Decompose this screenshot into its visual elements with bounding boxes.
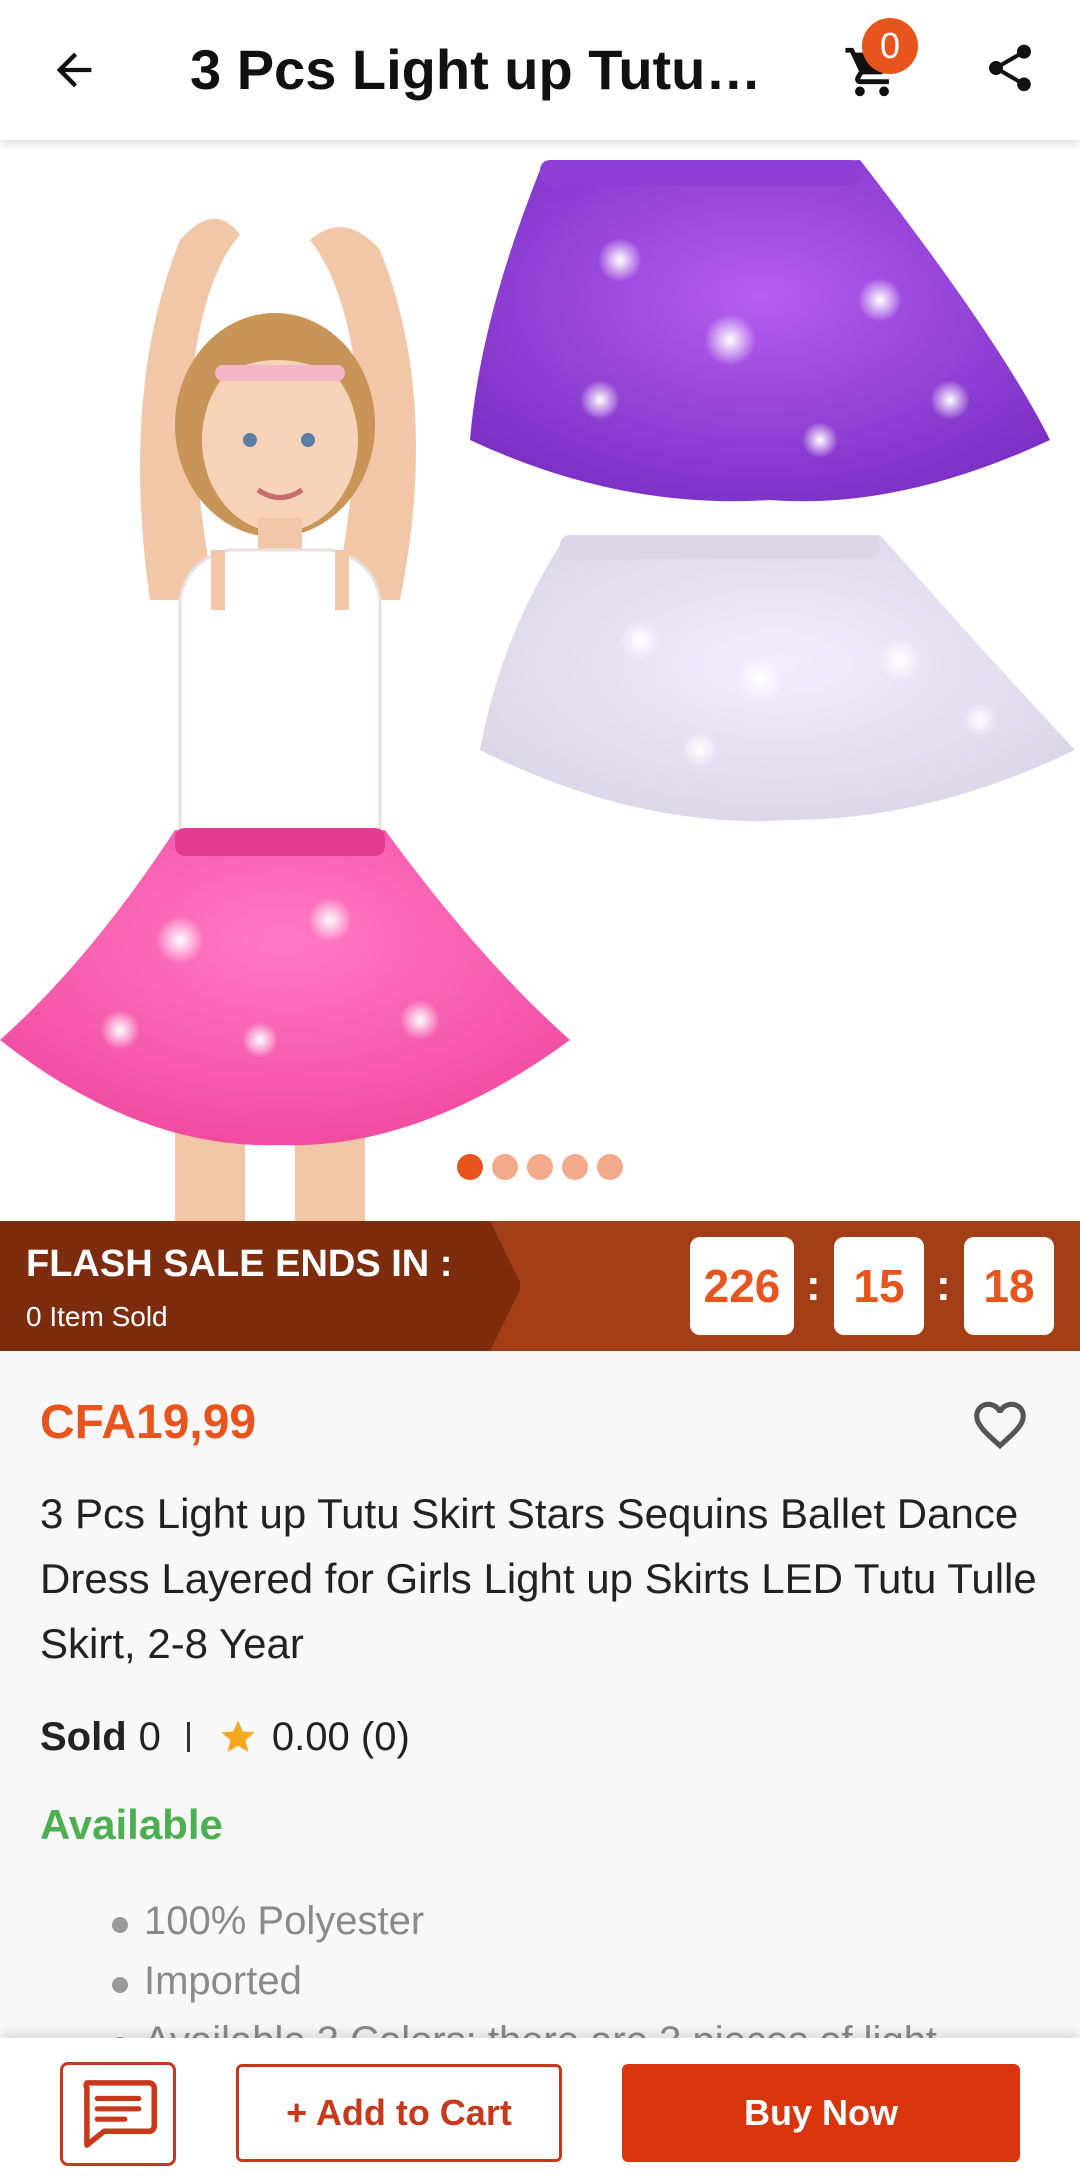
countdown-hours: 226 [690, 1237, 794, 1335]
flash-sale-title: FLASH SALE ENDS IN : [26, 1243, 453, 1285]
product-image-gallery[interactable] [0, 140, 1080, 1221]
bottom-action-bar: + Add to Cart Buy Now [0, 2038, 1080, 2180]
share-icon [989, 44, 1031, 92]
star-icon [218, 1717, 258, 1757]
add-to-cart-button[interactable]: + Add to Cart [236, 2064, 562, 2162]
product-title: 3 Pcs Light up Tutu Skirt Stars Sequins … [40, 1490, 1037, 1667]
cart-count-badge: 0 [862, 18, 918, 74]
chat-icon [83, 2080, 158, 2148]
carousel-dot[interactable] [457, 1154, 483, 1180]
sold-rating-row: Sold 0 0.00 (0) [40, 1711, 410, 1763]
product-price: CFA19,99 [40, 1396, 257, 1449]
chat-button[interactable] [60, 2062, 176, 2166]
share-button[interactable] [972, 30, 1048, 106]
back-arrow-icon [56, 52, 92, 88]
buy-now-button[interactable]: Buy Now [622, 2064, 1020, 2162]
countdown-separator: : [806, 1261, 821, 1310]
carousel-dot[interactable] [562, 1154, 588, 1180]
top-app-bar: 3 Pcs Light up Tutu Skirt Stars Sequins … [0, 0, 1080, 140]
page-title: 3 Pcs Light up Tutu Skirt Stars Sequins … [190, 38, 770, 101]
countdown-minutes: 15 [834, 1237, 924, 1335]
heart-outline-icon [974, 1401, 1026, 1450]
divider [186, 1722, 190, 1752]
feature-item: Imported [112, 1951, 1052, 2011]
sold-count: 0 [138, 1714, 161, 1759]
product-info-section: CFA19,99 3 Pcs Light up Tutu Skirt Stars… [0, 1351, 1080, 2063]
availability-status: Available [40, 1801, 223, 1848]
countdown-seconds: 18 [964, 1237, 1054, 1335]
flash-sale-banner: FLASH SALE ENDS IN : 0 Item Sold 226 : 1… [0, 1221, 1080, 1351]
wishlist-button[interactable] [962, 1387, 1038, 1463]
items-sold-text: 0 Item Sold [26, 1301, 168, 1332]
carousel-dot[interactable] [597, 1154, 623, 1180]
feature-item: 100% Polyester [112, 1891, 1052, 1951]
rating-value: 0.00 (0) [271, 1714, 410, 1759]
image-carousel-indicator [0, 1154, 1080, 1184]
back-button[interactable] [38, 34, 110, 106]
carousel-dot[interactable] [492, 1154, 518, 1180]
carousel-dot[interactable] [527, 1154, 553, 1180]
sold-label: Sold [40, 1714, 127, 1759]
product-image [0, 140, 1080, 1221]
countdown-separator: : [936, 1261, 951, 1310]
